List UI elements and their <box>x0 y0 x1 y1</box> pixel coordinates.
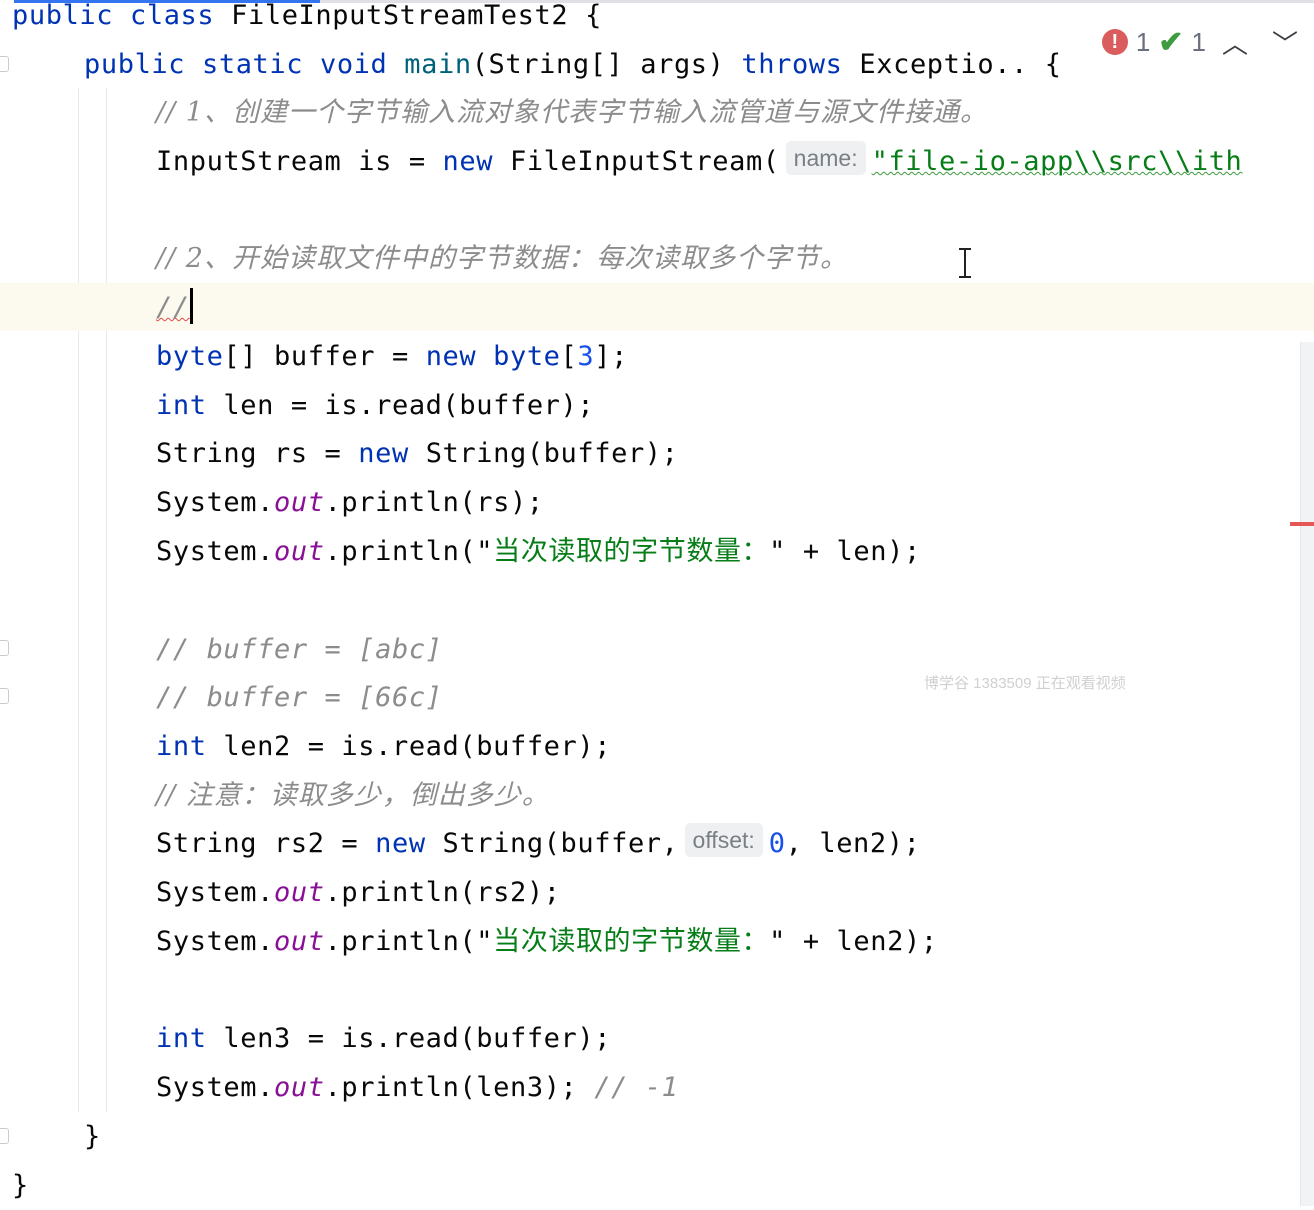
method-params: (String[] args) <box>471 49 742 80</box>
class-ref: System. <box>156 877 274 908</box>
class-ref: System. <box>156 487 274 518</box>
comment-line: // buffer = [abc] <box>156 634 443 665</box>
code-line-16: int len2 = is.read(buffer); <box>156 723 611 771</box>
code-line-8: byte[] buffer = new byte[3]; <box>156 333 628 381</box>
statement: len3 = is.read(buffer); <box>223 1023 612 1054</box>
static-field: out <box>274 877 325 908</box>
code-line-7[interactable]: // <box>156 284 193 332</box>
statement: , len2); <box>785 828 921 859</box>
comment-line: // 2、开始读取文件中的字节数据：每次读取多个字节。 <box>156 243 848 274</box>
class-declaration: FileInputStreamTest2 { <box>231 0 602 31</box>
method-call: .println(rs); <box>324 487 544 518</box>
closing-brace: } <box>84 1121 101 1152</box>
closing-brace: } <box>12 1170 29 1201</box>
expression: " + len); <box>769 536 921 567</box>
keyword: byte <box>493 341 561 372</box>
keyword: new <box>358 438 426 469</box>
chevron-down-icon[interactable]: ﹀ <box>1264 24 1306 61</box>
editor-gutter[interactable] <box>0 0 14 1206</box>
code-line-22: int len3 = is.read(buffer); <box>156 1015 611 1063</box>
inspection-widget[interactable]: ! 1 ✔ 1 ︿ ﹀ <box>1089 22 1314 62</box>
code-line-11: System.out.println(rs); <box>156 479 544 527</box>
string-literal: "file-io-app\\src\\ith <box>871 146 1243 177</box>
keyword: int <box>156 731 224 762</box>
method-call: .println(" <box>324 536 494 567</box>
constructor-call: FileInputStream( <box>509 146 780 177</box>
comment-line: // 1、创建一个字节输入流对象代表字节输入流管道与源文件接通。 <box>156 97 988 128</box>
method-call: .println(rs2); <box>324 877 561 908</box>
chevron-up-icon[interactable]: ︿ <box>1214 24 1256 61</box>
comment-line: // 注意：读取多少，倒出多少。 <box>156 780 550 811</box>
comment: // <box>156 292 190 323</box>
error-count[interactable]: 1 <box>1136 27 1150 58</box>
check-icon[interactable]: ✔ <box>1158 25 1183 60</box>
mouse-ibeam-cursor-icon <box>957 248 973 278</box>
static-field: out <box>274 1072 325 1103</box>
code-line-23: System.out.println(len3); // -1 <box>156 1064 679 1112</box>
expression: " + len2); <box>769 926 938 957</box>
class-ref: System. <box>156 536 274 567</box>
error-stripe-marker[interactable] <box>1290 522 1314 526</box>
indent-guide <box>106 88 107 1112</box>
keyword: int <box>156 1023 224 1054</box>
keyword: int <box>156 390 224 421</box>
keyword: byte <box>156 341 224 372</box>
code-line-9: int len = is.read(buffer); <box>156 382 594 430</box>
watermark: 博学谷 1383509 正在观看视频 <box>924 675 1126 692</box>
number-literal: 3 <box>577 341 595 372</box>
declaration: String rs = <box>156 438 359 469</box>
method-call: .println(" <box>324 926 494 957</box>
static-field: out <box>274 926 325 957</box>
statement: len = is.read(buffer); <box>223 390 595 421</box>
keyword: new <box>425 341 494 372</box>
parameter-hint: name: <box>785 141 866 175</box>
statement: String(buffer); <box>425 438 679 469</box>
text-caret <box>189 288 193 324</box>
statement: len2 = is.read(buffer); <box>223 731 612 762</box>
fold-marker-icon[interactable] <box>0 640 9 656</box>
keyword: new <box>442 146 510 177</box>
bracket: ]; <box>594 341 628 372</box>
fold-marker-icon[interactable] <box>0 688 9 704</box>
code-line-4: InputStream is = new FileInputStream(nam… <box>156 138 1242 186</box>
current-line-highlight <box>0 283 1314 331</box>
method-name: main <box>404 49 472 80</box>
code-line-12: System.out.println("当次读取的字节数量：" + len); <box>156 528 921 576</box>
parameter-hint: offset: <box>684 823 763 857</box>
vertical-scrollbar[interactable] <box>1300 342 1314 1206</box>
constructor-call: String(buffer, <box>442 828 679 859</box>
declaration: InputStream is = <box>156 146 443 177</box>
comment-line: // buffer = [66c] <box>156 682 443 713</box>
code-line-2: public static void main(String[] args) t… <box>84 41 1062 89</box>
static-field: out <box>274 536 325 567</box>
class-ref: System. <box>156 1072 274 1103</box>
code-line-1: public class FileInputStreamTest2 { <box>12 0 602 40</box>
declaration: String rs2 = <box>156 828 376 859</box>
code-line-18: String rs2 = new String(buffer, offset: 0,… <box>156 820 920 868</box>
keyword: new <box>375 828 443 859</box>
code-line-10: String rs = new String(buffer); <box>156 430 679 478</box>
code-line-19: System.out.println(rs2); <box>156 869 561 917</box>
comment: // -1 <box>594 1072 679 1103</box>
string-literal: 当次读取的字节数量： <box>493 536 770 567</box>
keyword: throws <box>741 49 860 80</box>
string-literal: 当次读取的字节数量： <box>493 926 770 957</box>
warning-count[interactable]: 1 <box>1192 27 1206 58</box>
keyword: public class <box>12 0 232 31</box>
bracket: [ <box>560 341 578 372</box>
number-literal: 0 <box>768 828 786 859</box>
method-call: .println(len3); <box>324 1072 595 1103</box>
static-field: out <box>274 487 325 518</box>
class-ref: System. <box>156 926 274 957</box>
exception-type: Exceptio.. { <box>859 49 1062 80</box>
fold-marker-icon[interactable] <box>0 1128 9 1144</box>
keyword: public static void <box>84 49 405 80</box>
error-icon[interactable]: ! <box>1101 29 1128 55</box>
indent-guide <box>78 88 79 1112</box>
fold-marker-icon[interactable] <box>0 56 9 72</box>
declaration: [] buffer = <box>223 341 426 372</box>
code-line-20: System.out.println("当次读取的字节数量：" + len2); <box>156 918 938 966</box>
